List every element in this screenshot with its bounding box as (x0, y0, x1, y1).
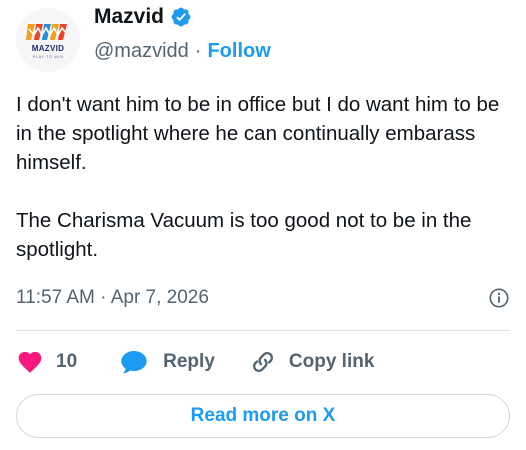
reply-button[interactable]: Reply (119, 348, 215, 376)
like-button[interactable]: 10 (16, 348, 77, 376)
tweet-text: I don't want him to be in office but I d… (16, 93, 500, 261)
avatar[interactable]: MAZVID PLAY TO WIN (16, 8, 80, 72)
link-icon (252, 351, 273, 373)
heart-icon (18, 351, 42, 373)
tweet-meta-row: 11:57 AM · Apr 7, 2026 (16, 287, 510, 309)
like-count: 10 (56, 351, 78, 372)
info-icon[interactable] (488, 287, 510, 309)
avatar-logo-subtext: PLAY TO WIN (32, 54, 64, 59)
avatar-logo-text: MAZVID (31, 44, 65, 53)
author-handle-row: @mazvidd · Follow (94, 40, 271, 63)
read-more-button[interactable]: Read more on X (16, 394, 510, 438)
reply-label: Reply (163, 351, 215, 372)
mazvid-logo-icon (26, 24, 67, 40)
author-name-row: Mazvid (94, 5, 192, 29)
copy-link-label: Copy link (288, 351, 375, 372)
action-bar: 10 Reply Copy link (16, 344, 374, 380)
author-display-name[interactable]: Mazvid (94, 5, 164, 29)
divider (16, 330, 510, 331)
tweet-embed-card: MAZVID PLAY TO WIN Mazvid @mazvidd · Fol… (0, 0, 526, 450)
verified-badge-icon (171, 7, 191, 27)
copy-link-button[interactable]: Copy link (249, 348, 375, 376)
handle-separator: · (194, 40, 202, 62)
tweet-timestamp[interactable]: 11:57 AM · Apr 7, 2026 (16, 287, 209, 309)
author-handle[interactable]: @mazvidd (94, 40, 189, 63)
follow-button[interactable]: Follow (207, 40, 270, 63)
reply-bubble-icon (121, 351, 147, 374)
